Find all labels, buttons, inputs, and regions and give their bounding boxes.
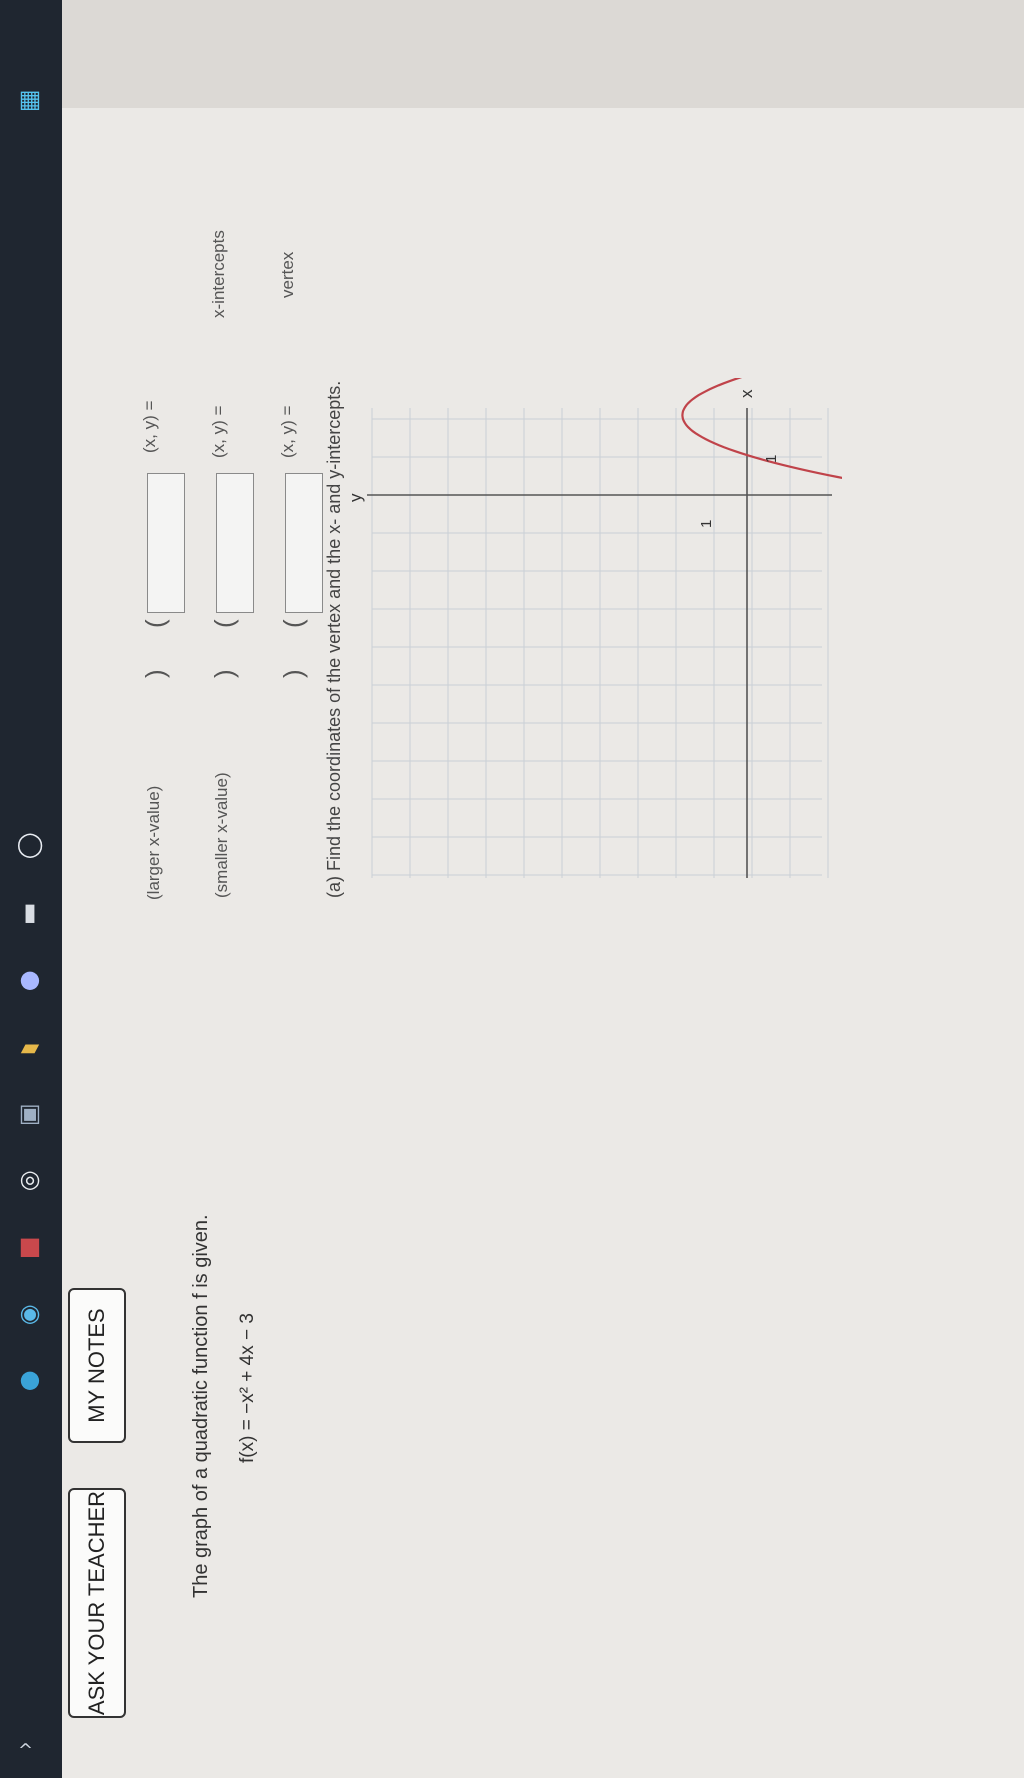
larger-x-note: (larger x-value) [144,785,163,900]
x-tick-label: 1 [763,455,780,463]
grid-lines [371,408,829,878]
quadratic-graph: x y 1 1 ⇖ [352,378,842,878]
search-circle-icon[interactable]: ◯ [13,827,47,861]
ask-your-teacher-button[interactable]: ASK YOUR TEACHER [68,1488,126,1718]
file-icon[interactable]: ▮ [13,895,47,929]
taskbar: ▦ ◯ ▮ ● ▰ ▣ ◎ ■ ◉ ● ^ [0,0,62,1778]
app-icon[interactable]: ■ [13,1229,47,1263]
smaller-x-note: (smaller x-value) [212,772,231,898]
open-paren: ( [140,619,170,628]
x-axis-label: x [737,389,756,398]
question-panel: ASK YOUR TEACHER MY NOTES The graph of a… [62,108,1024,1778]
help-icon[interactable]: ◉ [13,1296,47,1330]
open-paren: ( [209,619,239,628]
xy-label-larger: (x, y) = [140,400,159,453]
open-paren: ( [278,619,308,628]
vertex-answer-field[interactable] [285,473,323,613]
y-axis-label: y [352,493,365,502]
xy-label-smaller: (x, y) = [209,405,228,458]
close-paren: ) [209,669,239,678]
chrome-icon[interactable]: ◎ [13,1162,47,1196]
function-formula: f(x) = −x² + 4x − 3 [237,1313,258,1463]
xy-label-vertex: (x, y) = [278,405,297,458]
edge-icon[interactable]: ● [13,1362,47,1396]
grid-icon[interactable]: ▦ [13,82,47,116]
problem-intro: The graph of a quadratic function f is g… [190,1214,212,1598]
vertex-label: vertex [278,251,297,298]
content-frame: ASK YOUR TEACHER MY NOTES The graph of a… [62,0,1024,1778]
close-paren: ) [140,669,170,678]
x-intercepts-label: x-intercepts [209,230,228,318]
folder-icon[interactable]: ▰ [13,1030,47,1064]
close-paren: ) [278,669,308,678]
chevron-up-icon[interactable]: ^ [18,1740,33,1761]
x-intercept-larger-field[interactable] [147,473,185,613]
y-tick-label: 1 [698,520,715,528]
my-notes-button[interactable]: MY NOTES [68,1288,126,1443]
parabola-curve [681,378,842,493]
part-a-prompt: (a) Find the coordinates of the vertex a… [324,380,344,898]
media-icon[interactable]: ● [13,962,47,996]
x-intercept-smaller-field[interactable] [216,473,254,613]
calendar-icon[interactable]: ▣ [13,1096,47,1130]
